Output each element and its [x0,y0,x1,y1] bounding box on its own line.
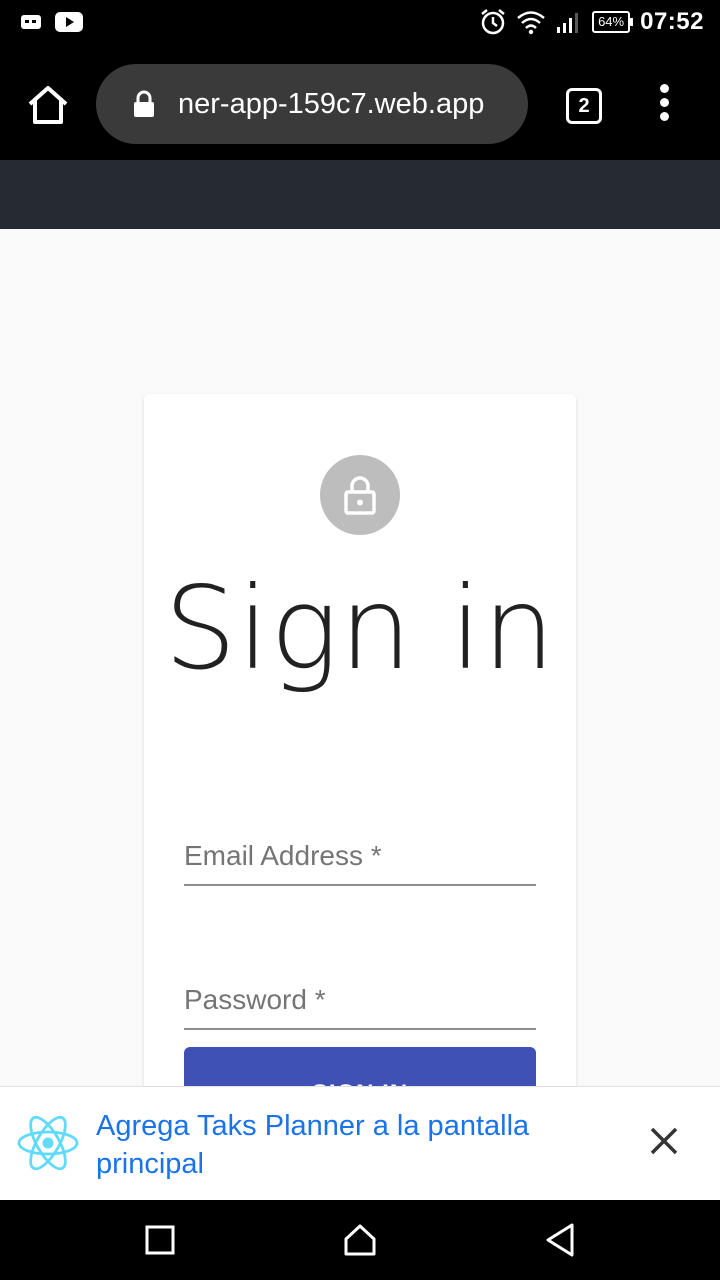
app-header [0,160,720,229]
home-icon[interactable] [340,1220,380,1260]
lock-icon [134,90,154,117]
wifi-icon [517,11,545,35]
battery-level: 64% [598,14,625,29]
page-title: Sign in [164,562,556,695]
status-right-icons: 64% 07:52 [480,8,704,36]
system-nav-bar [0,1200,720,1280]
more-vert-icon[interactable] [650,84,678,128]
home-icon[interactable] [24,82,72,130]
password-field-wrapper [184,970,536,1030]
install-banner-text[interactable]: Agrega Taks Planner a la pantalla princi… [96,1107,616,1183]
browser-toolbar: ner-app-159c7.web.app 2 [0,48,720,160]
notification-icon [21,15,41,29]
install-banner[interactable]: Agrega Taks Planner a la pantalla princi… [0,1086,720,1200]
address-bar[interactable]: ner-app-159c7.web.app [96,64,528,144]
youtube-icon [55,12,83,32]
lock-icon [344,476,376,515]
recents-icon[interactable] [140,1220,180,1260]
status-bar: 64% 07:52 [0,0,720,48]
clock: 07:52 [640,8,704,35]
avatar [320,455,400,535]
url-text: ner-app-159c7.web.app [178,87,485,120]
back-icon[interactable] [540,1220,580,1260]
tab-count: 2 [578,95,590,117]
battery-icon: 64% [592,11,634,33]
react-logo-icon [17,1115,79,1171]
email-field-wrapper [184,826,536,886]
tab-switcher-button[interactable]: 2 [566,88,602,124]
close-icon[interactable] [644,1121,684,1161]
email-field[interactable] [184,828,536,884]
status-left-icons [20,11,84,33]
signal-icon [557,13,579,33]
alarm-icon [481,9,505,35]
sign-in-card: Sign in SIGN IN [144,394,576,1154]
password-field[interactable] [184,972,536,1028]
